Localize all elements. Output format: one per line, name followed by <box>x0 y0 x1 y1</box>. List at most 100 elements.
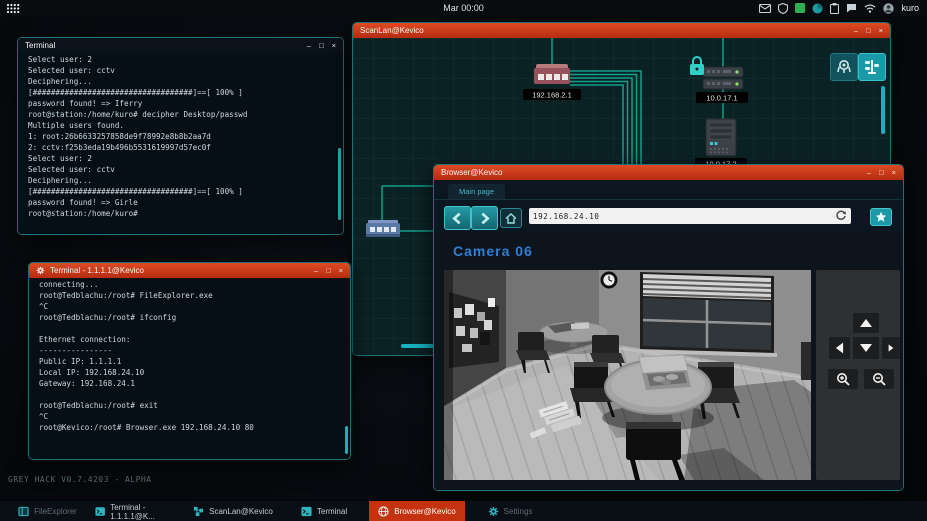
browser-toolbar: Main page <box>434 180 903 233</box>
terminal-scrollbar[interactable] <box>345 426 348 454</box>
clipboard-icon[interactable] <box>830 3 839 14</box>
url-input[interactable] <box>529 212 835 221</box>
terminal-line: root@Kevico:/root# Browser.exe 192.168.2… <box>39 422 340 433</box>
maximize-button[interactable]: □ <box>319 42 324 50</box>
green-app-icon[interactable] <box>795 3 805 13</box>
taskbar-item-settings[interactable]: Settings <box>465 501 555 521</box>
close-button[interactable]: × <box>892 169 896 177</box>
pan-right-button[interactable] <box>882 337 900 359</box>
back-button[interactable] <box>444 206 471 230</box>
chevron-left-icon <box>451 212 464 225</box>
close-button[interactable]: × <box>879 27 883 35</box>
home-button[interactable] <box>500 208 522 228</box>
window-title: Terminal - 1.1.1.1@Kevico <box>50 266 144 275</box>
maximize-button[interactable]: □ <box>326 267 331 275</box>
camera-feed <box>444 270 811 480</box>
camera-page-heading: Camera 06 <box>453 243 533 259</box>
fileexplorer-icon <box>18 506 29 517</box>
terminal-line: password found! => Iferry <box>28 98 333 109</box>
taskbar-item-fileexplorer[interactable]: FileExplorer <box>0 501 95 521</box>
game-version-label: GREY HACK V0.7.4203 - ALPHA <box>8 475 152 484</box>
wall-clock <box>601 272 618 289</box>
close-button[interactable]: × <box>339 267 343 275</box>
desktop: FileExplorer Terminal Map Gift.txt passw… <box>0 0 927 521</box>
taskbar-item-browser[interactable]: Browser@Kevico <box>369 501 465 521</box>
pan-left-button[interactable] <box>829 337 850 359</box>
terminal-line: root@Tedblachu:/root# ifconfig <box>39 312 340 323</box>
taskbar: FileExplorer Terminal - 1.1.1.1@K... Sca… <box>0 500 927 521</box>
minimize-button[interactable]: – <box>314 267 318 275</box>
gear-icon <box>36 266 45 275</box>
bookmark-button[interactable] <box>870 208 892 226</box>
terminal-line: Local IP: 192.168.24.10 <box>39 367 340 378</box>
titlebar-scanlan[interactable]: ScanLan@Kevico – □ × <box>353 23 890 38</box>
chat-icon[interactable] <box>846 3 857 13</box>
layout-tree-button[interactable] <box>858 53 886 81</box>
node-ip-label: 10.0.17.1 <box>706 94 737 103</box>
taskbar-item-terminal-remote[interactable]: Terminal - 1.1.1.1@K... <box>95 501 187 521</box>
arrow-up-icon <box>859 318 873 328</box>
taskbar-item-terminal-local[interactable]: Terminal <box>279 501 369 521</box>
taskbar-item-label: FileExplorer <box>34 507 77 516</box>
minimize-button[interactable]: – <box>854 27 858 35</box>
user-avatar[interactable] <box>883 3 894 14</box>
terminal-scrollbar[interactable] <box>338 148 341 220</box>
window-terminal-remote: Terminal - 1.1.1.1@Kevico – □ × connecti… <box>28 262 351 460</box>
terminal-line: root@station:/home/kuro# decipher Deskto… <box>28 109 333 120</box>
arrow-down-icon <box>859 343 873 353</box>
terminal-line: Public IP: 1.1.1.1 <box>39 356 340 367</box>
map-vertical-scrollbar[interactable] <box>881 86 885 134</box>
room-window <box>637 272 777 357</box>
terminal-line: Multiple users found. <box>28 120 333 131</box>
wifi-icon[interactable] <box>864 4 876 13</box>
maximize-button[interactable]: □ <box>879 169 884 177</box>
network-node-switch[interactable] <box>366 220 400 237</box>
node-ip-label: 192.168.2.1 <box>532 91 572 100</box>
terminal-line <box>39 389 340 400</box>
camera-control-panel <box>816 270 900 480</box>
tree-layout-icon <box>863 58 881 76</box>
reload-icon[interactable] <box>835 210 847 222</box>
username-label[interactable]: kuro <box>901 3 919 13</box>
minimize-button[interactable]: – <box>307 42 311 50</box>
forward-button[interactable] <box>471 206 498 230</box>
zoom-in-icon <box>836 372 850 386</box>
terminal-line: 1: root:26b6633257858de9f78992e8b8b2aa7d <box>28 131 333 142</box>
terminal-line: Select user: 2 <box>28 54 333 65</box>
terminal-line: Deciphering... <box>28 76 333 87</box>
taskbar-item-label: Browser@Kevico <box>394 507 455 516</box>
terminal-line <box>39 323 340 334</box>
terminal-output-remote[interactable]: connecting... root@Tedblachu:/root# File… <box>29 278 350 459</box>
pan-up-button[interactable] <box>853 313 879 333</box>
browser-page: Camera 06 <box>434 233 903 491</box>
mail-icon[interactable] <box>759 4 771 13</box>
bulletin-board <box>449 292 499 368</box>
titlebar-terminal-remote[interactable]: Terminal - 1.1.1.1@Kevico – □ × <box>29 263 350 278</box>
shield-icon[interactable] <box>778 3 788 14</box>
taskbar-item-label: Terminal - 1.1.1.1@K... <box>110 503 187 521</box>
zoom-in-button[interactable] <box>828 369 858 389</box>
address-bar[interactable] <box>529 208 851 224</box>
minimize-button[interactable]: – <box>867 169 871 177</box>
taskbar-item-label: ScanLan@Kevico <box>209 507 273 516</box>
scan-tool-button[interactable] <box>830 53 858 81</box>
terminal-output-local[interactable]: Select user: 2 Selected user: cctv Decip… <box>18 53 343 234</box>
pie-chart-icon[interactable] <box>812 3 823 14</box>
browser-tab-main-page[interactable]: Main page <box>448 184 505 199</box>
terminal-line: root@station:/home/kuro# <box>28 208 333 219</box>
taskbar-item-scanlan[interactable]: ScanLan@Kevico <box>187 501 279 521</box>
window-browser: Browser@Kevico – □ × Main page <box>433 164 904 491</box>
arrow-right-icon <box>888 341 894 355</box>
terminal-line: ^C <box>39 411 340 422</box>
taskbar-item-label: Settings <box>504 507 533 516</box>
star-icon <box>875 211 887 223</box>
maximize-button[interactable]: □ <box>866 27 871 35</box>
titlebar-browser[interactable]: Browser@Kevico – □ × <box>434 165 903 180</box>
close-button[interactable]: × <box>332 42 336 50</box>
camera-room-scene <box>444 270 811 480</box>
pan-down-button[interactable] <box>853 337 879 359</box>
globe-icon <box>378 506 389 517</box>
titlebar-terminal-local[interactable]: Terminal – □ × <box>18 38 343 53</box>
zoom-out-button[interactable] <box>864 369 894 389</box>
arrow-left-icon <box>835 341 844 355</box>
